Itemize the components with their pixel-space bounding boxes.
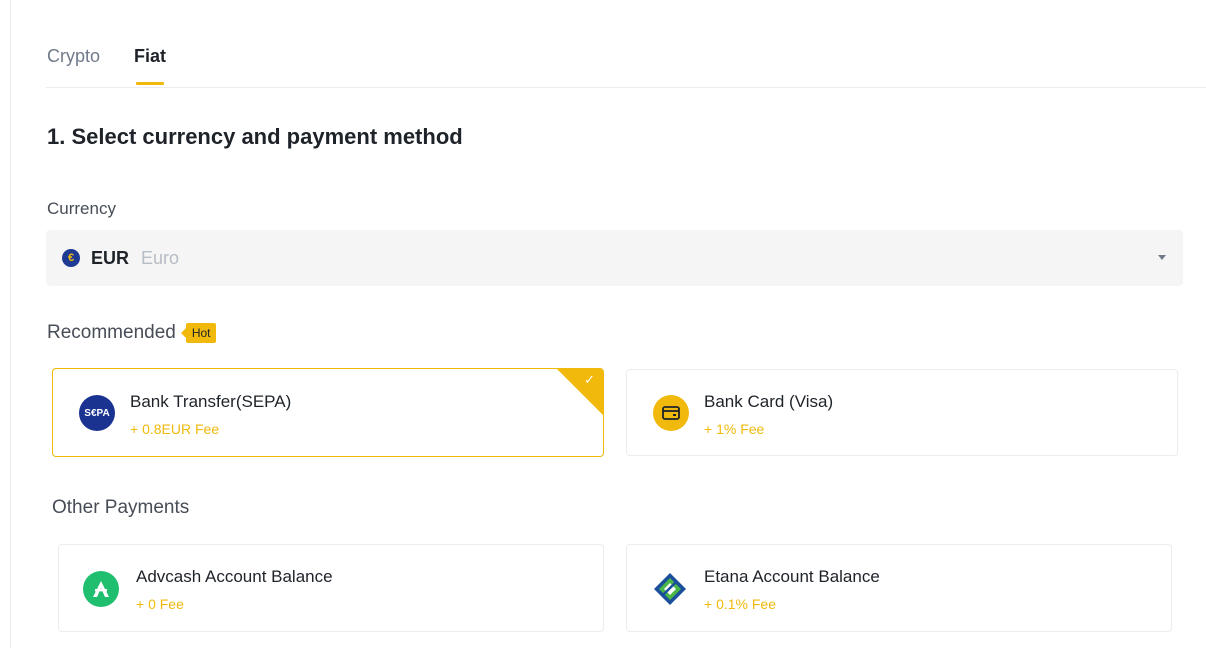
bank-card-icon: [653, 395, 689, 431]
payment-method-sepa[interactable]: S€PA Bank Transfer(SEPA) + 0.8EUR Fee ✓: [52, 368, 604, 457]
payment-method-etana[interactable]: Etana Account Balance + 0.1% Fee: [626, 544, 1172, 632]
sepa-logo-text: S€PA: [84, 407, 110, 419]
payment-method-name: Bank Card (Visa): [704, 392, 834, 411]
currency-select[interactable]: € EUR Euro: [46, 230, 1183, 286]
etana-icon: [652, 571, 688, 607]
card-glyph: [662, 406, 680, 420]
checkmark-icon: ✓: [584, 372, 595, 387]
payment-method-fee: + 1% Fee: [704, 421, 765, 437]
payment-method-fee: + 0 Fee: [136, 596, 184, 612]
payment-method-name: Bank Transfer(SEPA): [130, 392, 292, 411]
left-divider: [10, 0, 11, 648]
tab-crypto[interactable]: Crypto: [47, 46, 100, 79]
etana-glyph: [654, 573, 686, 605]
payment-method-advcash[interactable]: Advcash Account Balance + 0 Fee: [58, 544, 604, 632]
hot-badge: Hot: [180, 323, 216, 343]
payment-method-bank-card[interactable]: Bank Card (Visa) + 1% Fee: [626, 369, 1178, 456]
payment-method-name: Etana Account Balance: [704, 567, 880, 586]
other-payments-label: Other Payments: [52, 497, 190, 518]
currency-code: EUR: [91, 247, 130, 268]
section-title: 1. Select currency and payment method: [47, 124, 463, 149]
recommended-heading: Recommended Hot: [47, 322, 216, 344]
payment-method-fee: + 0.8EUR Fee: [130, 421, 220, 437]
chevron-down-icon: [1158, 255, 1166, 260]
currency-name: Euro: [141, 247, 180, 268]
tab-fiat[interactable]: Fiat: [134, 46, 166, 85]
euro-coin-icon: €: [62, 249, 80, 267]
payment-method-name: Advcash Account Balance: [136, 567, 333, 586]
tab-bar: Crypto Fiat: [47, 46, 200, 85]
selected-corner: [557, 369, 603, 415]
currency-label: Currency: [47, 199, 116, 218]
fiat-deposit-panel: Crypto Fiat 1. Select currency and payme…: [0, 0, 1206, 648]
advcash-glyph: [93, 581, 109, 597]
sepa-icon: S€PA: [79, 395, 115, 431]
tabs-divider: [46, 87, 1206, 88]
recommended-label: Recommended: [47, 322, 176, 343]
advcash-icon: [83, 571, 119, 607]
payment-method-fee: + 0.1% Fee: [704, 596, 776, 612]
